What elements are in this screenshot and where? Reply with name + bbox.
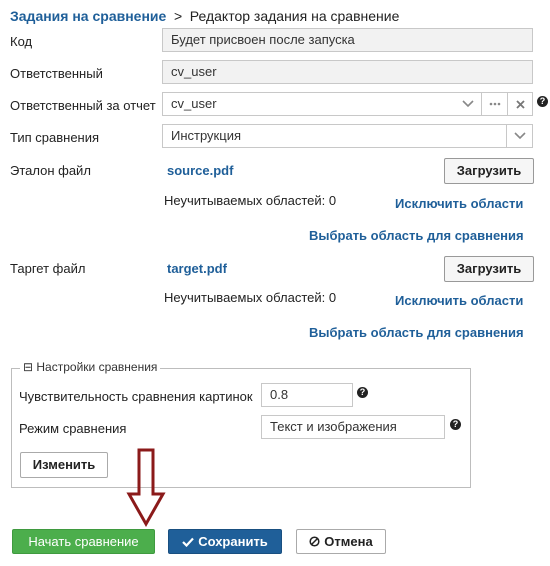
change-settings-button[interactable]: Изменить <box>20 452 108 478</box>
mode-select[interactable]: Текст и изображения <box>261 415 445 439</box>
chevron-down-icon[interactable] <box>506 125 532 147</box>
check-icon <box>182 537 194 548</box>
ban-icon <box>309 536 320 547</box>
code-label: Код <box>10 34 33 49</box>
breadcrumb-parent-link[interactable]: Задания на сравнение <box>10 8 166 24</box>
reference-upload-button[interactable]: Загрузить <box>444 158 534 184</box>
reference-ignored-count: Неучитываемых областей: 0 <box>164 193 337 208</box>
reference-exclude-link[interactable]: Исключить области <box>395 196 523 211</box>
target-file-link[interactable]: target.pdf <box>167 261 227 276</box>
breadcrumb-separator: > <box>173 8 183 24</box>
target-exclude-link[interactable]: Исключить области <box>395 293 523 308</box>
save-button[interactable]: Сохранить <box>168 529 282 554</box>
cancel-button-label: Отмена <box>324 534 373 549</box>
clear-icon[interactable] <box>507 93 532 115</box>
sensitivity-label: Чувствительность сравнения картинок <box>19 389 253 404</box>
target-ignored-count: Неучитываемых областей: 0 <box>164 290 337 305</box>
annotation-arrow <box>126 448 166 528</box>
target-file-label: Таргет файл <box>10 261 86 276</box>
compare-type-value: Инструкция <box>171 128 241 143</box>
sensitivity-input[interactable]: 0.8 <box>261 383 353 407</box>
cancel-button[interactable]: Отмена <box>296 529 386 554</box>
owner-label: Ответственный <box>10 66 103 81</box>
report-owner-label: Ответственный за отчет <box>10 98 156 113</box>
reference-file-link[interactable]: source.pdf <box>167 163 233 178</box>
sensitivity-help-icon[interactable]: ? <box>357 387 368 398</box>
start-comparison-button[interactable]: Начать сравнение <box>12 529 155 554</box>
reference-file-label: Эталон файл <box>10 163 91 178</box>
compare-type-label: Тип сравнения <box>10 130 100 145</box>
target-upload-button[interactable]: Загрузить <box>444 256 534 282</box>
save-button-label: Сохранить <box>198 534 268 549</box>
report-owner-help-icon[interactable]: ? <box>537 96 548 107</box>
more-icon[interactable] <box>481 93 507 115</box>
mode-label: Режим сравнения <box>19 421 127 436</box>
report-owner-select[interactable]: cv_user <box>162 92 533 116</box>
target-select-area-link[interactable]: Выбрать область для сравнения <box>309 325 524 340</box>
comparison-settings-legend[interactable]: ⊟ Настройки сравнения <box>20 360 161 374</box>
owner-field: cv_user <box>162 60 533 84</box>
compare-type-select[interactable]: Инструкция <box>162 124 533 148</box>
chevron-down-icon[interactable] <box>455 93 481 115</box>
report-owner-value: cv_user <box>171 96 217 111</box>
breadcrumb-current: Редактор задания на сравнение <box>189 8 400 24</box>
code-field: Будет присвоен после запуска <box>162 28 533 52</box>
breadcrumb: Задания на сравнение > Редактор задания … <box>10 8 399 24</box>
reference-select-area-link[interactable]: Выбрать область для сравнения <box>309 228 524 243</box>
mode-help-icon[interactable]: ? <box>450 419 461 430</box>
